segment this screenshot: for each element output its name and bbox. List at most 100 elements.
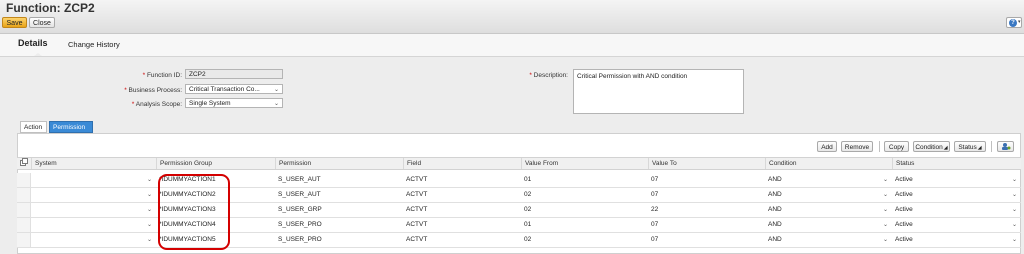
field-cell[interactable]: ACTVT xyxy=(403,218,521,232)
description-label: * Description: xyxy=(529,72,568,79)
value-to-cell[interactable]: 07 xyxy=(648,188,765,202)
system-value xyxy=(46,204,125,216)
field-cell[interactable]: ACTVT xyxy=(403,203,521,217)
chevron-down-icon: ▾ xyxy=(1018,19,1021,25)
chevron-down-icon: ⌄ xyxy=(882,237,888,243)
condition-cell[interactable]: AND ⌄ xyxy=(765,203,892,217)
chevron-down-icon: ⌄ xyxy=(1011,192,1017,198)
value-to-cell[interactable]: 07 xyxy=(648,218,765,232)
condition-button-label: Condition xyxy=(915,144,943,151)
row-selector[interactable] xyxy=(17,233,31,247)
permission-cell[interactable]: S_USER_PRO xyxy=(275,218,403,232)
condition-value: AND xyxy=(768,221,782,228)
condition-value: AND xyxy=(768,191,782,198)
tab-change-history[interactable]: Change History xyxy=(68,40,120,49)
status-value: Active xyxy=(895,221,913,228)
column-header-value-from[interactable]: Value From xyxy=(521,158,648,169)
chevron-down-icon: ⌄ xyxy=(146,207,152,213)
system-value xyxy=(46,234,125,246)
remove-button[interactable]: Remove xyxy=(841,141,873,152)
row-selector[interactable] xyxy=(17,218,31,232)
chevron-down-icon: ⌄ xyxy=(146,192,152,198)
subtab-action[interactable]: Action xyxy=(20,121,47,133)
description-textarea[interactable]: Critical Permission with AND condition xyxy=(573,69,744,114)
column-header-status[interactable]: Status xyxy=(892,158,1021,169)
permission-cell[interactable]: S_USER_PRO xyxy=(275,233,403,247)
column-header-value-to[interactable]: Value To xyxy=(648,158,765,169)
permission-cell[interactable]: S_USER_AUT xyxy=(275,173,403,187)
value-to-cell[interactable]: 22 xyxy=(648,203,765,217)
condition-value: AND xyxy=(768,206,782,213)
close-button[interactable]: Close xyxy=(29,17,55,28)
condition-value: AND xyxy=(768,236,782,243)
help-icon: ? xyxy=(1009,19,1017,27)
system-cell[interactable]: ⌄ xyxy=(31,188,156,202)
select-all-cell[interactable] xyxy=(17,158,31,169)
status-value: Active xyxy=(895,236,913,243)
highlight-circle xyxy=(158,174,230,250)
analysis-scope-select[interactable]: Single System ⌄ xyxy=(185,98,283,108)
status-button[interactable]: Status◢ xyxy=(954,141,986,152)
condition-cell[interactable]: AND ⌄ xyxy=(765,233,892,247)
dropdown-icon: ◢ xyxy=(943,145,948,151)
chevron-down-icon: ⌄ xyxy=(1011,177,1017,183)
value-from-cell[interactable]: 02 xyxy=(521,233,648,247)
value-from-cell[interactable]: 02 xyxy=(521,203,648,217)
tab-details[interactable]: Details xyxy=(18,38,48,48)
add-button[interactable]: Add xyxy=(817,141,837,152)
subtab-permission[interactable]: Permission xyxy=(49,121,93,133)
condition-cell[interactable]: AND ⌄ xyxy=(765,173,892,187)
column-header-permission-group[interactable]: Permission Group xyxy=(156,158,275,169)
status-cell[interactable]: Active ⌄ xyxy=(892,218,1021,232)
copy-button[interactable]: Copy xyxy=(884,141,909,152)
analysis-scope-value: Single System xyxy=(189,100,231,107)
user-settings-icon xyxy=(1001,143,1010,150)
chevron-down-icon: ⌄ xyxy=(1011,222,1017,228)
column-header-condition[interactable]: Condition xyxy=(765,158,892,169)
condition-button[interactable]: Condition◢ xyxy=(913,141,950,152)
status-value: Active xyxy=(895,206,913,213)
chevron-down-icon: ⌄ xyxy=(273,87,279,93)
chevron-down-icon: ⌄ xyxy=(882,177,888,183)
chevron-down-icon: ⌄ xyxy=(146,237,152,243)
row-selector[interactable] xyxy=(17,173,31,187)
status-cell[interactable]: Active ⌄ xyxy=(892,203,1021,217)
business-process-value: Critical Transaction Co... xyxy=(189,86,260,93)
condition-cell[interactable]: AND ⌄ xyxy=(765,188,892,202)
row-selector[interactable] xyxy=(17,188,31,202)
column-header-permission[interactable]: Permission xyxy=(275,158,403,169)
business-process-select[interactable]: Critical Transaction Co... ⌄ xyxy=(185,84,283,94)
chevron-down-icon: ⌄ xyxy=(882,222,888,228)
column-header-field[interactable]: Field xyxy=(403,158,521,169)
system-cell[interactable]: ⌄ xyxy=(31,218,156,232)
permission-cell[interactable]: S_USER_GRP xyxy=(275,203,403,217)
condition-cell[interactable]: AND ⌄ xyxy=(765,218,892,232)
value-to-cell[interactable]: 07 xyxy=(648,173,765,187)
row-selector[interactable] xyxy=(17,203,31,217)
save-button[interactable]: Save xyxy=(2,17,27,28)
select-all-icon xyxy=(20,158,28,166)
value-from-cell[interactable]: 01 xyxy=(521,173,648,187)
settings-button[interactable] xyxy=(997,141,1014,152)
field-cell[interactable]: ACTVT xyxy=(403,233,521,247)
system-cell[interactable]: ⌄ xyxy=(31,173,156,187)
status-cell[interactable]: Active ⌄ xyxy=(892,233,1021,247)
value-from-cell[interactable]: 02 xyxy=(521,188,648,202)
page-title: Function: ZCP2 xyxy=(6,1,95,15)
value-to-cell[interactable]: 07 xyxy=(648,233,765,247)
title-bar: Function: ZCP2 Save Close ? ▾ xyxy=(0,0,1024,34)
tab-bar: Details Change History xyxy=(0,34,1024,57)
status-cell[interactable]: Active ⌄ xyxy=(892,173,1021,187)
status-cell[interactable]: Active ⌄ xyxy=(892,188,1021,202)
field-cell[interactable]: ACTVT xyxy=(403,188,521,202)
chevron-down-icon: ⌄ xyxy=(1011,237,1017,243)
value-from-cell[interactable]: 01 xyxy=(521,218,648,232)
column-header-system[interactable]: System xyxy=(31,158,156,169)
system-cell[interactable]: ⌄ xyxy=(31,203,156,217)
permission-cell[interactable]: S_USER_AUT xyxy=(275,188,403,202)
system-value xyxy=(46,174,125,186)
field-cell[interactable]: ACTVT xyxy=(403,173,521,187)
system-cell[interactable]: ⌄ xyxy=(31,233,156,247)
function-id-label: * Function ID: xyxy=(142,72,182,79)
help-button[interactable]: ? ▾ xyxy=(1006,17,1022,28)
